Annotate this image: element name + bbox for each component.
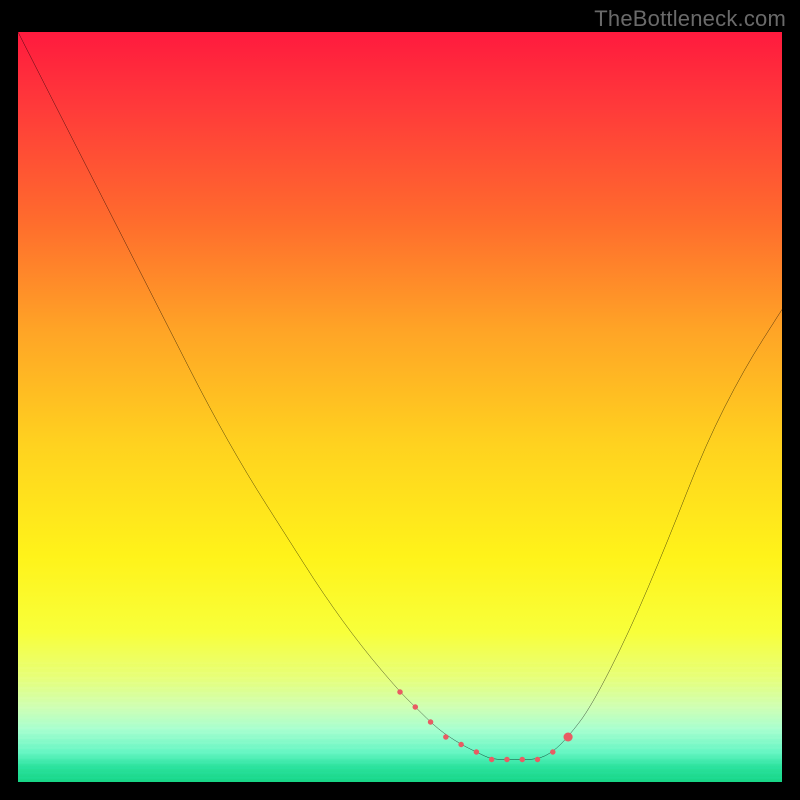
emphasis-dot <box>428 719 434 724</box>
emphasis-dot <box>489 757 495 762</box>
emphasis-dot <box>474 749 480 754</box>
chart-frame: TheBottleneck.com <box>0 0 800 800</box>
emphasis-dot <box>563 733 572 742</box>
bottleneck-curve-path <box>18 32 782 760</box>
emphasis-dot <box>550 749 556 754</box>
emphasis-dot <box>519 757 525 762</box>
emphasis-dot <box>535 757 541 762</box>
emphasis-dot <box>397 689 403 694</box>
emphasis-dot <box>458 742 464 747</box>
emphasis-dot <box>443 734 449 739</box>
watermark-text: TheBottleneck.com <box>594 6 786 32</box>
emphasis-dots-group <box>397 689 572 762</box>
emphasis-dot <box>504 757 510 762</box>
plot-area <box>18 32 782 782</box>
emphasis-dot <box>413 704 419 709</box>
chart-svg <box>18 32 782 782</box>
